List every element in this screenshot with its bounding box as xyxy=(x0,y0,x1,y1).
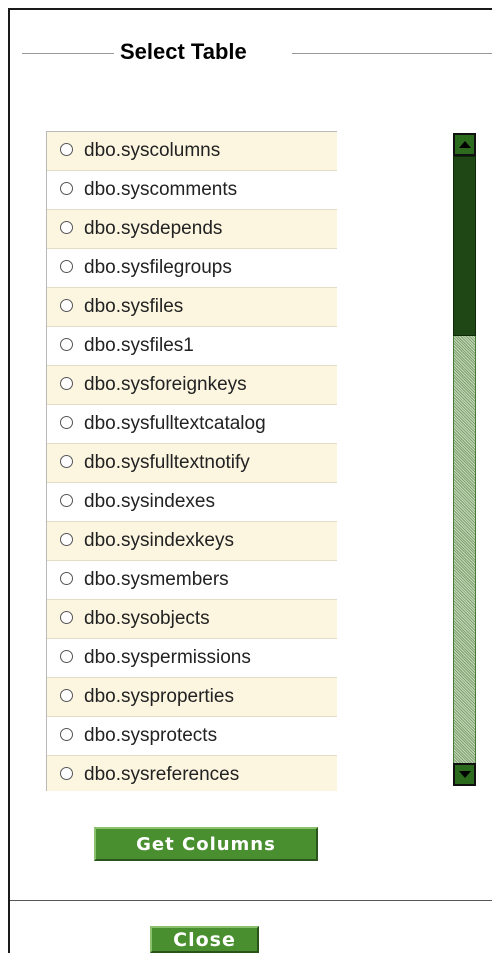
list-item[interactable]: dbo.sysobjects xyxy=(47,600,337,639)
list-item-label: dbo.sysfiles1 xyxy=(84,335,194,356)
list-item[interactable]: dbo.sysfulltextnotify xyxy=(47,444,337,483)
list-item-label: dbo.sysproperties xyxy=(84,686,234,707)
list-item-label: dbo.sysfilegroups xyxy=(84,257,232,278)
legend-line-left xyxy=(22,53,114,54)
close-button[interactable]: Close xyxy=(150,926,259,953)
list-item[interactable]: dbo.syscomments xyxy=(47,171,337,210)
list-item[interactable]: dbo.sysdepends xyxy=(47,210,337,249)
list-item-label: dbo.syspermissions xyxy=(84,647,251,668)
triangle-up-icon xyxy=(458,141,471,148)
list-item[interactable]: dbo.sysproperties xyxy=(47,678,337,717)
list-item-label: dbo.sysindexes xyxy=(84,491,215,512)
list-item-label: dbo.sysobjects xyxy=(84,608,210,629)
radio-button-icon[interactable] xyxy=(60,376,73,390)
triangle-down-icon xyxy=(458,771,471,778)
list-item[interactable]: dbo.syscolumns xyxy=(47,132,337,171)
list-item[interactable]: dbo.sysfulltextcatalog xyxy=(47,405,337,444)
radio-button-icon[interactable] xyxy=(60,415,73,429)
radio-button-icon[interactable] xyxy=(60,337,73,351)
list-item[interactable]: dbo.sysindexes xyxy=(47,483,337,522)
list-item[interactable]: dbo.sysfilegroups xyxy=(47,249,337,288)
list-item[interactable]: dbo.sysfiles xyxy=(47,288,337,327)
list-item-label: dbo.sysfiles xyxy=(84,296,184,317)
radio-button-icon[interactable] xyxy=(60,142,73,156)
list-item[interactable]: dbo.sysforeignkeys xyxy=(47,366,337,405)
radio-button-icon[interactable] xyxy=(60,649,73,663)
vertical-scrollbar[interactable] xyxy=(453,133,476,786)
legend-line-right xyxy=(292,53,492,54)
radio-button-icon[interactable] xyxy=(60,220,73,234)
scroll-up-button[interactable] xyxy=(453,133,476,156)
section-title: Select Table xyxy=(120,39,247,64)
scroll-down-button[interactable] xyxy=(453,763,476,786)
list-item[interactable]: dbo.sysfiles1 xyxy=(47,327,337,366)
list-item[interactable]: dbo.sysprotects xyxy=(47,717,337,756)
radio-button-icon[interactable] xyxy=(60,259,73,273)
radio-button-icon[interactable] xyxy=(60,532,73,546)
list-item[interactable]: dbo.syspermissions xyxy=(47,639,337,678)
radio-button-icon[interactable] xyxy=(60,298,73,312)
radio-button-icon[interactable] xyxy=(60,766,73,780)
list-item[interactable]: dbo.sysindexkeys xyxy=(47,522,337,561)
list-item-label: dbo.syscomments xyxy=(84,179,238,200)
radio-button-icon[interactable] xyxy=(60,181,73,195)
radio-button-icon[interactable] xyxy=(60,454,73,468)
radio-button-icon[interactable] xyxy=(60,688,73,702)
list-item[interactable]: dbo.sysreferences xyxy=(47,756,337,791)
scrollbar-thumb[interactable] xyxy=(453,156,476,336)
list-item-label: dbo.sysfulltextcatalog xyxy=(84,413,266,434)
list-item[interactable]: dbo.sysmembers xyxy=(47,561,337,600)
divider xyxy=(10,900,492,901)
list-item-label: dbo.sysindexkeys xyxy=(84,530,234,551)
list-item-label: dbo.sysmembers xyxy=(84,569,229,590)
list-item-label: dbo.sysdepends xyxy=(84,218,223,239)
radio-button-icon[interactable] xyxy=(60,727,73,741)
list-item-label: dbo.sysfulltextnotify xyxy=(84,452,250,473)
radio-button-icon[interactable] xyxy=(60,493,73,507)
list-item-label: dbo.syscolumns xyxy=(84,140,221,161)
radio-button-icon[interactable] xyxy=(60,571,73,585)
list-item-label: dbo.sysforeignkeys xyxy=(84,374,247,395)
table-list[interactable]: dbo.syscolumns dbo.syscomments dbo.sysde… xyxy=(46,131,337,791)
list-item-label: dbo.sysreferences xyxy=(84,764,240,785)
get-columns-button[interactable]: Get Columns xyxy=(94,827,318,861)
radio-button-icon[interactable] xyxy=(60,610,73,624)
list-item-label: dbo.sysprotects xyxy=(84,725,218,746)
